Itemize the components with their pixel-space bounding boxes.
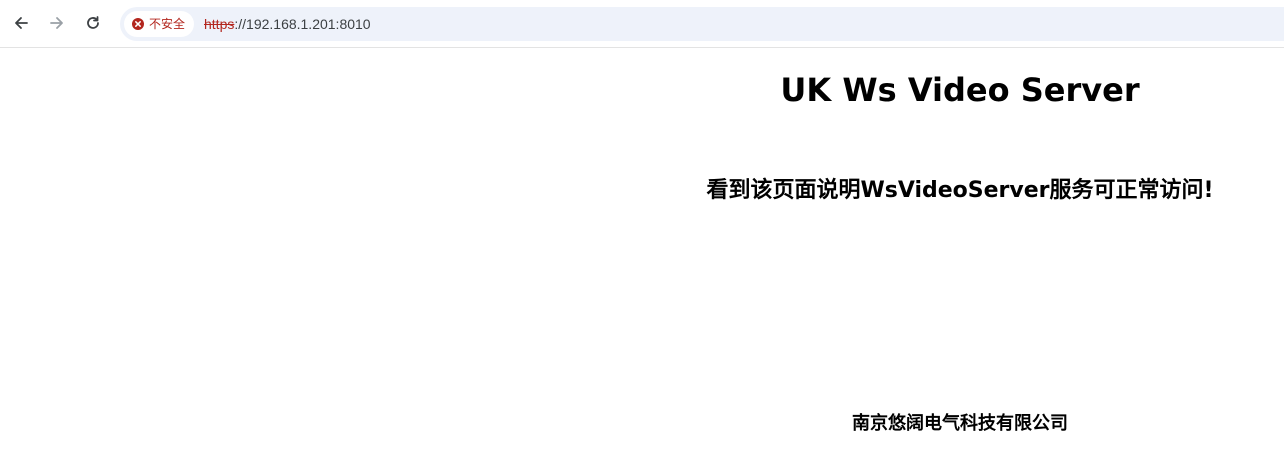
url-scheme: https	[204, 16, 235, 32]
reload-button[interactable]	[78, 8, 108, 38]
forward-button[interactable]	[42, 8, 72, 38]
url-text[interactable]: https://192.168.1.201:8010	[204, 7, 371, 41]
back-arrow-icon	[15, 17, 28, 29]
page-content: UK Ws Video Server 看到该页面说明WsVideoServer服…	[0, 48, 1284, 456]
page-title: UK Ws Video Server	[780, 71, 1140, 109]
security-status-chip[interactable]: 不安全	[124, 11, 195, 37]
back-button[interactable]	[6, 8, 36, 38]
url-host: ://192.168.1.201:8010	[234, 16, 371, 32]
page-subtitle: 看到该页面说明WsVideoServer服务可正常访问!	[706, 178, 1214, 203]
browser-toolbar: 不安全 https://192.168.1.201:8010	[0, 0, 1284, 48]
reload-icon	[87, 16, 99, 29]
security-chip-label: 不安全	[149, 17, 186, 31]
company-name: 南京悠阔电气科技有限公司	[852, 413, 1068, 434]
address-bar[interactable]: 不安全 https://192.168.1.201:8010	[120, 7, 1284, 41]
forward-arrow-icon	[50, 17, 63, 29]
not-secure-warning-icon	[132, 18, 144, 30]
